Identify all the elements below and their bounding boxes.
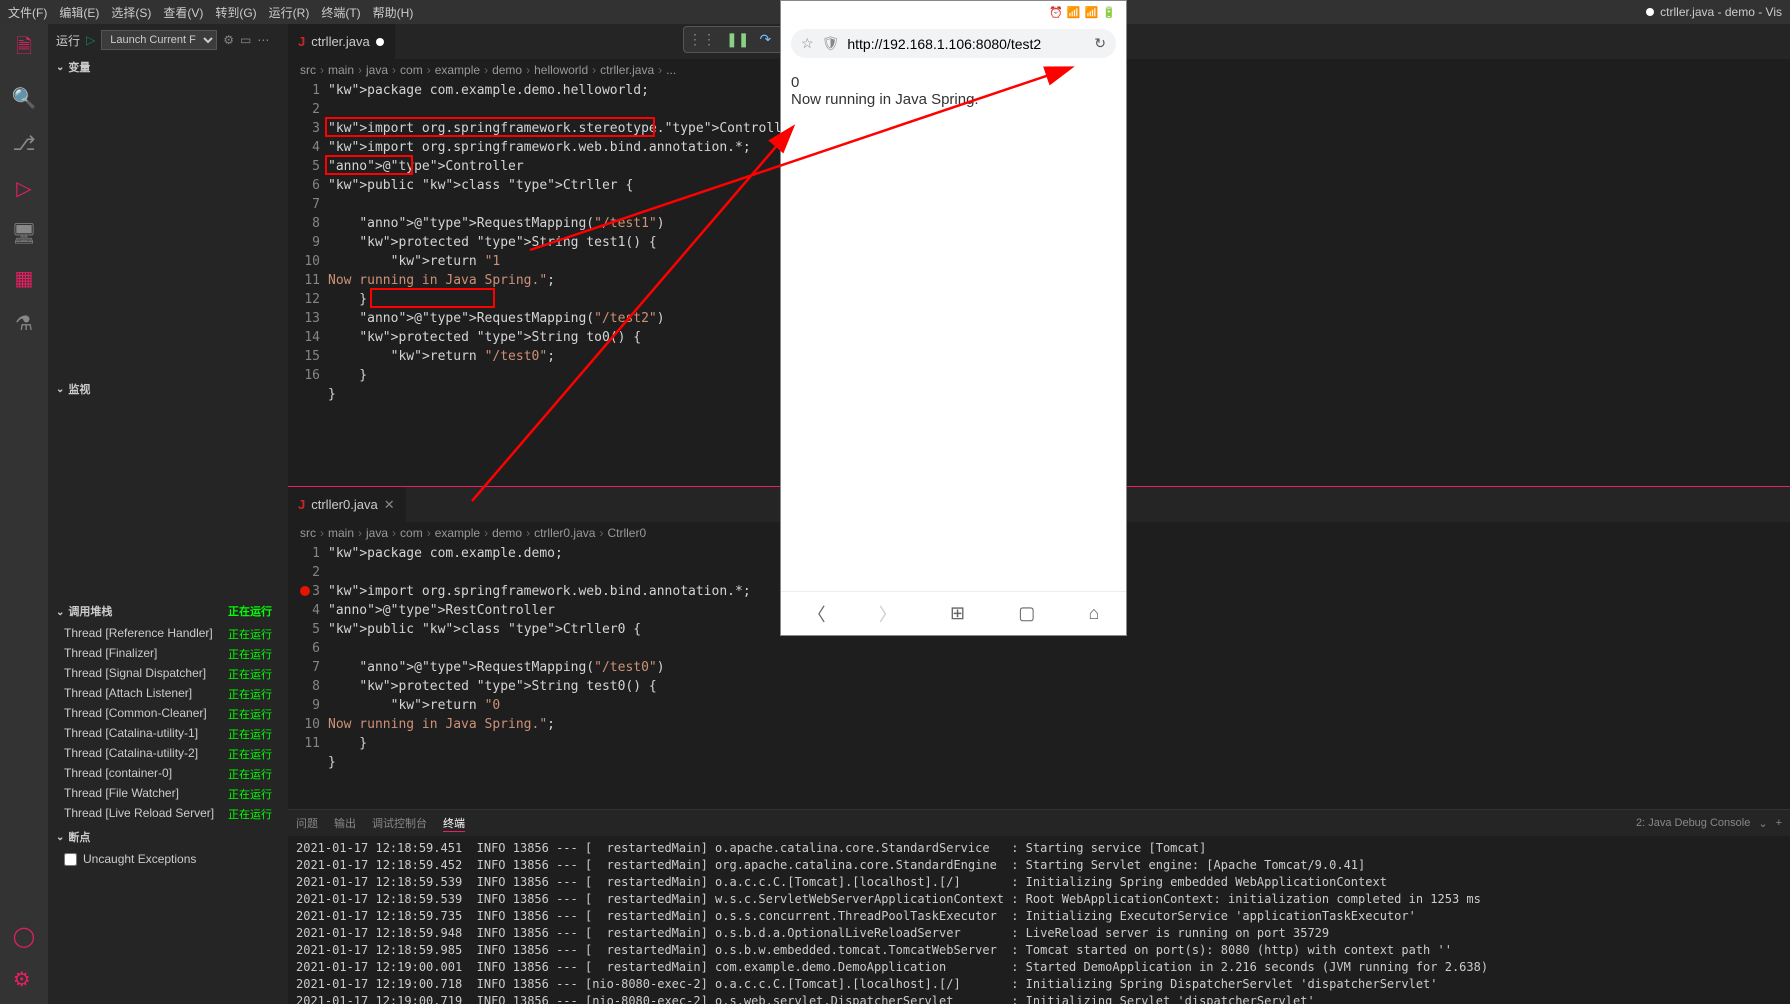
- terminal-output[interactable]: 2021-01-17 12:18:59.451 INFO 13856 --- […: [288, 836, 1790, 1004]
- debug-sidebar: 运行 ▷ Launch Current F ⚙ ▭ ⋯ ⌄变量 ⌄监视 ⌄调用堆…: [48, 24, 288, 1004]
- callstack-section[interactable]: ⌄调用堆栈 正在运行: [48, 600, 288, 622]
- scm-icon[interactable]: ⎇: [12, 131, 35, 156]
- debug-config-select[interactable]: Launch Current F: [101, 30, 217, 50]
- test-icon[interactable]: ⚗: [15, 311, 33, 336]
- wifi-icon: 📶: [1067, 6, 1081, 19]
- bookmark-icon[interactable]: ☆: [801, 35, 814, 52]
- gutter-2: 1 2 3 4 5 6 7 8 9 10 11: [288, 544, 328, 809]
- breakpoint-icon[interactable]: [300, 586, 310, 596]
- signal-icon: 📶: [1085, 6, 1099, 19]
- reload-icon[interactable]: ↻: [1094, 35, 1106, 52]
- thread-row[interactable]: Thread [Live Reload Server]正在运行: [48, 804, 288, 824]
- menu-run[interactable]: 运行(R): [269, 4, 310, 21]
- close-icon[interactable]: ✕: [384, 497, 395, 513]
- explorer-icon[interactable]: 🗎: [16, 32, 32, 66]
- more-icon[interactable]: ⋯: [257, 33, 269, 47]
- watch-section[interactable]: ⌄监视: [48, 378, 288, 400]
- run-label: 运行: [56, 32, 80, 49]
- callstack-body: Thread [Reference Handler]正在运行Thread [Fi…: [48, 622, 288, 826]
- chevron-down-icon: ⌄: [56, 62, 64, 73]
- thread-row[interactable]: Thread [Reference Handler]正在运行: [48, 624, 288, 644]
- menu-select[interactable]: 选择(S): [111, 4, 151, 21]
- output-tab[interactable]: 输出: [334, 815, 356, 831]
- tabs-icon[interactable]: ⊞: [950, 603, 965, 624]
- thread-row[interactable]: Thread [Common-Cleaner]正在运行: [48, 704, 288, 724]
- panel-icon[interactable]: ▭: [240, 33, 251, 47]
- thread-row[interactable]: Thread [Finalizer]正在运行: [48, 644, 288, 664]
- chevron-down-icon: ⌄: [56, 832, 64, 843]
- menu-help[interactable]: 帮助(H): [373, 4, 414, 21]
- thread-row[interactable]: Thread [Attach Listener]正在运行: [48, 684, 288, 704]
- phone-content: 0 Now running in Java Spring.: [781, 64, 1126, 118]
- terminal-tab[interactable]: 终端: [443, 815, 465, 832]
- activity-bar: 🗎 🔍 ⎇ ▷ 🖥 ▦ ⚗ ◯ ⚙: [0, 24, 48, 1004]
- terminal-panel: 问题 输出 调试控制台 终端 2: Java Debug Console ⌄ +…: [288, 809, 1790, 1004]
- uncaught-checkbox[interactable]: [64, 853, 77, 866]
- alarm-icon: ⏰: [1049, 6, 1063, 19]
- settings-icon[interactable]: ⚙: [13, 967, 35, 992]
- chevron-down-icon: ⌄: [56, 607, 64, 618]
- problems-tab[interactable]: 问题: [296, 815, 318, 831]
- variables-section[interactable]: ⌄变量: [48, 56, 288, 78]
- tab-ctrller[interactable]: J ctrller.java: [288, 24, 395, 59]
- debug-icon[interactable]: ▷: [16, 176, 31, 201]
- menu-terminal[interactable]: 终端(T): [321, 4, 360, 21]
- menu-goto[interactable]: 转到(G): [215, 4, 256, 21]
- tab-ctrller0[interactable]: J ctrller0.java ✕: [288, 487, 406, 522]
- menu-file[interactable]: 文件(F): [8, 4, 47, 21]
- start-debug-button[interactable]: ▷: [86, 33, 95, 47]
- chevron-down-icon: ⌄: [56, 384, 64, 395]
- forward-icon[interactable]: 〉: [879, 601, 897, 627]
- java-file-icon: J: [298, 34, 305, 49]
- url-input[interactable]: [847, 36, 1086, 52]
- breakpoints-section[interactable]: ⌄断点: [48, 826, 288, 848]
- extensions-icon[interactable]: ▦: [15, 266, 34, 291]
- thread-row[interactable]: Thread [Catalina-utility-2]正在运行: [48, 744, 288, 764]
- window-title: ctrller.java - demo - Vis: [1646, 5, 1782, 19]
- account-icon[interactable]: ◯: [13, 924, 35, 949]
- shield-icon: 🛡: [822, 35, 840, 52]
- thread-row[interactable]: Thread [Signal Dispatcher]正在运行: [48, 664, 288, 684]
- step-over-icon[interactable]: ↷: [759, 31, 771, 48]
- back-icon[interactable]: 〈: [808, 601, 826, 627]
- modified-icon: [376, 38, 384, 46]
- debug-toolbar: ⋮⋮ ❚❚ ↷ ↓: [683, 26, 793, 53]
- modified-icon: [1646, 8, 1654, 16]
- debug-console-tab[interactable]: 调试控制台: [372, 815, 427, 831]
- pause-icon[interactable]: ❚❚: [726, 31, 749, 48]
- phone-status-bar: ⏰ 📶 📶 🔋: [781, 1, 1126, 23]
- thread-row[interactable]: Thread [container-0]正在运行: [48, 764, 288, 784]
- gutter-1: 1 2 3 4 5 6 7 8 9 10 11 12 13 14 15 16: [288, 81, 328, 486]
- phone-preview: ⏰ 📶 📶 🔋 ☆ 🛡 ↻ 0 Now running in Java Spri…: [780, 0, 1127, 636]
- phone-url-bar: ☆ 🛡 ↻: [791, 29, 1116, 58]
- chevron-down-icon[interactable]: ⌄: [1758, 817, 1767, 830]
- remote-icon[interactable]: 🖥: [11, 221, 36, 246]
- home-icon[interactable]: ⌂: [1089, 603, 1100, 624]
- search-icon[interactable]: 🔍: [12, 86, 37, 111]
- page-icon[interactable]: ▢: [1018, 603, 1035, 624]
- terminal-select[interactable]: 2: Java Debug Console: [1636, 817, 1750, 829]
- menu-view[interactable]: 查看(V): [163, 4, 203, 21]
- gear-icon[interactable]: ⚙: [223, 33, 234, 47]
- new-terminal-icon[interactable]: +: [1776, 817, 1782, 829]
- java-file-icon: J: [298, 497, 305, 512]
- menu-edit[interactable]: 编辑(E): [59, 4, 99, 21]
- phone-nav: 〈 〉 ⊞ ▢ ⌂: [781, 591, 1126, 635]
- thread-row[interactable]: Thread [Catalina-utility-1]正在运行: [48, 724, 288, 744]
- battery-icon: 🔋: [1102, 6, 1116, 19]
- drag-handle-icon[interactable]: ⋮⋮: [688, 31, 716, 48]
- thread-row[interactable]: Thread [File Watcher]正在运行: [48, 784, 288, 804]
- main-menu: 文件(F) 编辑(E) 选择(S) 查看(V) 转到(G) 运行(R) 终端(T…: [8, 4, 413, 21]
